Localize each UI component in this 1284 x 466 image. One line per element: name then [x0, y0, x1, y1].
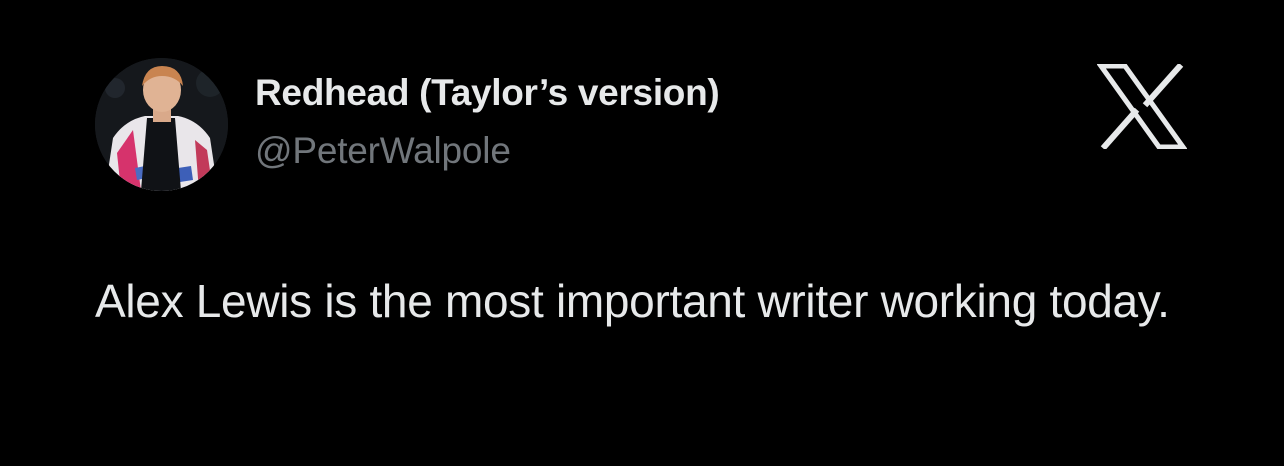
tweet-card: Redhead (Taylor’s version) @PeterWalpole… — [0, 0, 1284, 466]
tweet-text: Alex Lewis is the most important writer … — [95, 275, 1170, 327]
x-logo-icon — [1096, 62, 1188, 151]
user-handle[interactable]: @PeterWalpole — [255, 130, 511, 172]
avatar[interactable] — [95, 58, 228, 191]
display-name[interactable]: Redhead (Taylor’s version) — [255, 72, 720, 114]
avatar-photo — [95, 58, 228, 191]
